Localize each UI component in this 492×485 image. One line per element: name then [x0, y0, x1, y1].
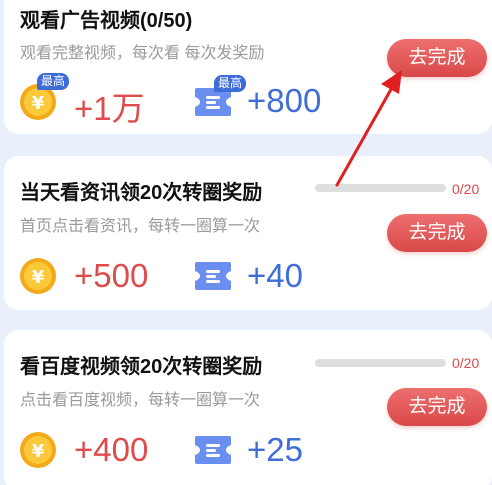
task-card-news: 当天看资讯领20次转圈奖励 0/20 首页点击看资讯，每转一圈算一次 去完成 ¥… [4, 156, 492, 310]
task-title: 看百度视频领20次转圈奖励 [20, 356, 263, 378]
progress-count: 0/20 [452, 181, 480, 197]
coin-reward-amount: +400 [74, 431, 149, 468]
complete-task-button[interactable]: 去完成 [387, 39, 487, 77]
ticket-icon [195, 262, 231, 290]
task-description: 观看完整视频，每次看 每次发奖励 [20, 45, 265, 62]
coin-reward: ¥ 最高 [19, 73, 70, 121]
task-description: 点击看百度视频，每转一圈算一次 [20, 392, 261, 409]
ticket-reward: 最高 [192, 75, 247, 119]
ticket-reward [192, 259, 234, 293]
task-title: 当天看资讯领20次转圈奖励 [20, 182, 263, 204]
task-card-baidu-video: 看百度视频领20次转圈奖励 0/20 点击看百度视频，每转一圈算一次 去完成 ¥… [4, 330, 492, 485]
coin-reward-amount: +1万 [74, 90, 145, 127]
yuan-coin-icon: ¥ [20, 432, 56, 468]
progress-count: 0/20 [452, 355, 480, 371]
coin-reward: ¥ [19, 431, 57, 469]
coin-reward-amount: +500 [74, 257, 149, 294]
progress-bar [315, 359, 446, 367]
ticket-reward-amount: +25 [247, 431, 303, 468]
progress-bar [315, 184, 446, 192]
ticket-reward [192, 433, 234, 467]
coin-reward: ¥ [19, 257, 57, 295]
svg-text:¥: ¥ [32, 267, 45, 288]
ticket-reward-amount: +800 [247, 82, 322, 119]
complete-task-button[interactable]: 去完成 [387, 214, 487, 252]
ticket-reward-amount: +40 [247, 257, 303, 294]
task-description: 首页点击看资讯，每转一圈算一次 [20, 218, 261, 235]
task-title: 观看广告视频(0/50) [20, 10, 193, 32]
max-badge: 最高 [214, 75, 247, 92]
svg-text:¥: ¥ [32, 441, 45, 462]
complete-task-button[interactable]: 去完成 [387, 388, 487, 426]
ticket-icon [195, 436, 231, 464]
svg-text:¥: ¥ [32, 93, 45, 114]
max-badge: 最高 [37, 73, 70, 90]
yuan-coin-icon: ¥ [20, 258, 56, 294]
task-card-ad-video: 观看广告视频(0/50) 观看完整视频，每次看 每次发奖励 去完成 ¥ 最高 +… [4, 0, 492, 134]
